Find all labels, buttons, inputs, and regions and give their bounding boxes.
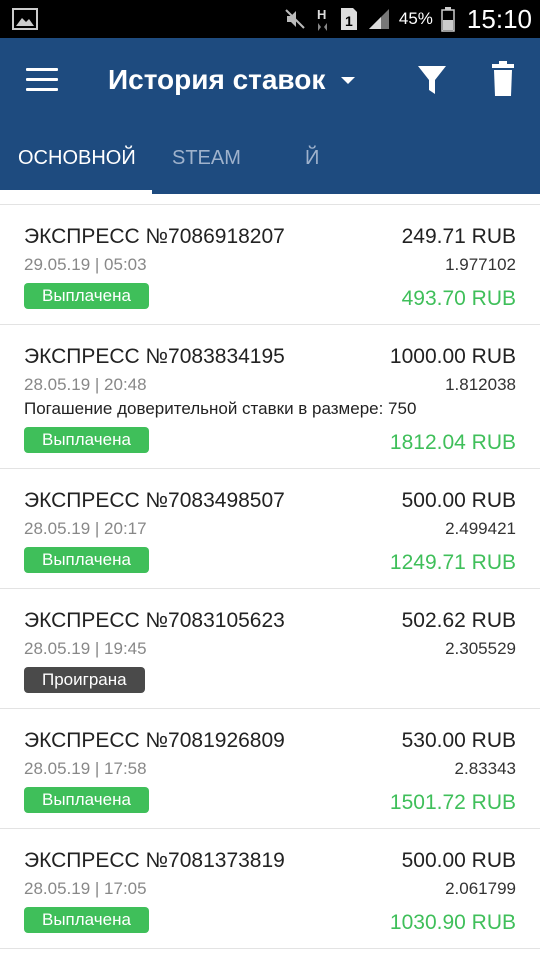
- bet-payout: 1812.04 RUB: [389, 431, 516, 454]
- bet-title: ЭКСПРЕСС №7081926809: [24, 729, 285, 752]
- bet-title: ЭКСПРЕСС №7083105623: [24, 609, 285, 632]
- page-title: История ставок: [108, 64, 326, 95]
- active-tab-indicator: [0, 190, 152, 194]
- trash-icon[interactable]: [486, 60, 520, 100]
- bet-coefficient: 2.83343: [454, 759, 516, 778]
- status-badge: Выплачена: [24, 787, 149, 813]
- bet-amount: 502.62 RUB: [401, 609, 516, 632]
- bet-item[interactable]: ЭКСПРЕСС №7083498507 28.05.19 | 20:17 50…: [0, 469, 540, 589]
- caret-down-icon: [341, 76, 356, 84]
- menu-icon[interactable]: [26, 68, 58, 92]
- bet-datetime: 28.05.19 | 17:05: [24, 879, 147, 898]
- mute-icon: [285, 9, 305, 29]
- bet-coefficient: 2.061799: [445, 879, 516, 898]
- bet-item[interactable]: ЭКСПРЕСС №7081926809 28.05.19 | 17:58 53…: [0, 709, 540, 829]
- status-bar-right: H 1 45% 15:10: [283, 0, 532, 38]
- bet-payout: 1249.71 RUB: [389, 551, 516, 574]
- h-data-icon: H: [317, 7, 327, 31]
- bet-datetime: 28.05.19 | 17:58: [24, 759, 147, 778]
- bet-item[interactable]: ЭКСПРЕСС №7081373819 28.05.19 | 17:05 50…: [0, 829, 540, 949]
- bet-amount: 500.00 RUB: [401, 489, 516, 512]
- bet-amount: 530.00 RUB: [401, 729, 516, 752]
- app-bar: История ставок ОСНОВНОЙ STEAM Й: [0, 38, 540, 194]
- bet-payout: 1501.72 RUB: [389, 791, 516, 814]
- tab-bar: ОСНОВНОЙ STEAM Й: [0, 134, 540, 194]
- bet-title: ЭКСПРЕСС №7083498507: [24, 489, 285, 512]
- bet-amount: 249.71 RUB: [401, 225, 516, 248]
- bet-note: Погашение доверительной ставки в размере…: [24, 399, 417, 418]
- status-bar: H 1 45% 15:10: [0, 0, 540, 38]
- bet-item[interactable]: ЭКСПРЕСС №7083834195 28.05.19 | 20:48 10…: [0, 325, 540, 469]
- bet-coefficient: 1.812038: [445, 375, 516, 394]
- bet-item[interactable]: ЭКСПРЕСС №7086918207 29.05.19 | 05:03 24…: [0, 205, 540, 325]
- svg-text:H: H: [317, 7, 326, 22]
- bet-datetime: 29.05.19 | 05:03: [24, 255, 147, 274]
- tab-steam[interactable]: STEAM: [172, 134, 241, 190]
- svg-text:1: 1: [345, 13, 353, 29]
- bet-item[interactable]: ЭКСПРЕСС №7083105623 28.05.19 | 19:45 50…: [0, 589, 540, 709]
- bet-title: ЭКСПРЕСС №7081373819: [24, 849, 285, 872]
- sim1-icon: 1: [340, 8, 357, 30]
- bet-coefficient: 2.305529: [445, 639, 516, 658]
- bet-coefficient: 1.977102: [445, 255, 516, 274]
- bet-datetime: 28.05.19 | 20:48: [24, 375, 147, 394]
- bet-title: ЭКСПРЕСС №7083834195: [24, 345, 285, 368]
- tab-main[interactable]: ОСНОВНОЙ: [18, 134, 136, 190]
- image-icon: [12, 8, 38, 30]
- bet-list: ЭКСПРЕСС №7086918207 29.05.19 | 05:03 24…: [0, 204, 540, 949]
- tab-third[interactable]: Й: [305, 134, 319, 190]
- title-dropdown[interactable]: История ставок: [108, 60, 356, 100]
- status-badge: Выплачена: [24, 427, 149, 453]
- signal-icon: [368, 9, 389, 29]
- battery-percent: 45%: [398, 9, 433, 28]
- bet-title: ЭКСПРЕСС №7086918207: [24, 225, 285, 248]
- bet-payout: 493.70 RUB: [401, 287, 516, 310]
- clock: 15:10: [466, 3, 532, 34]
- bet-amount: 1000.00 RUB: [389, 345, 516, 368]
- status-badge: Выплачена: [24, 547, 149, 573]
- bet-coefficient: 2.499421: [445, 519, 516, 538]
- status-badge: Выплачена: [24, 283, 149, 309]
- battery-icon: [441, 7, 455, 32]
- status-badge: Проиграна: [24, 667, 145, 693]
- status-badge: Выплачена: [24, 907, 149, 933]
- bet-datetime: 28.05.19 | 20:17: [24, 519, 147, 538]
- bet-datetime: 28.05.19 | 19:45: [24, 639, 147, 658]
- bet-payout: 1030.90 RUB: [389, 911, 516, 934]
- bet-amount: 500.00 RUB: [401, 849, 516, 872]
- filter-icon[interactable]: [414, 60, 450, 100]
